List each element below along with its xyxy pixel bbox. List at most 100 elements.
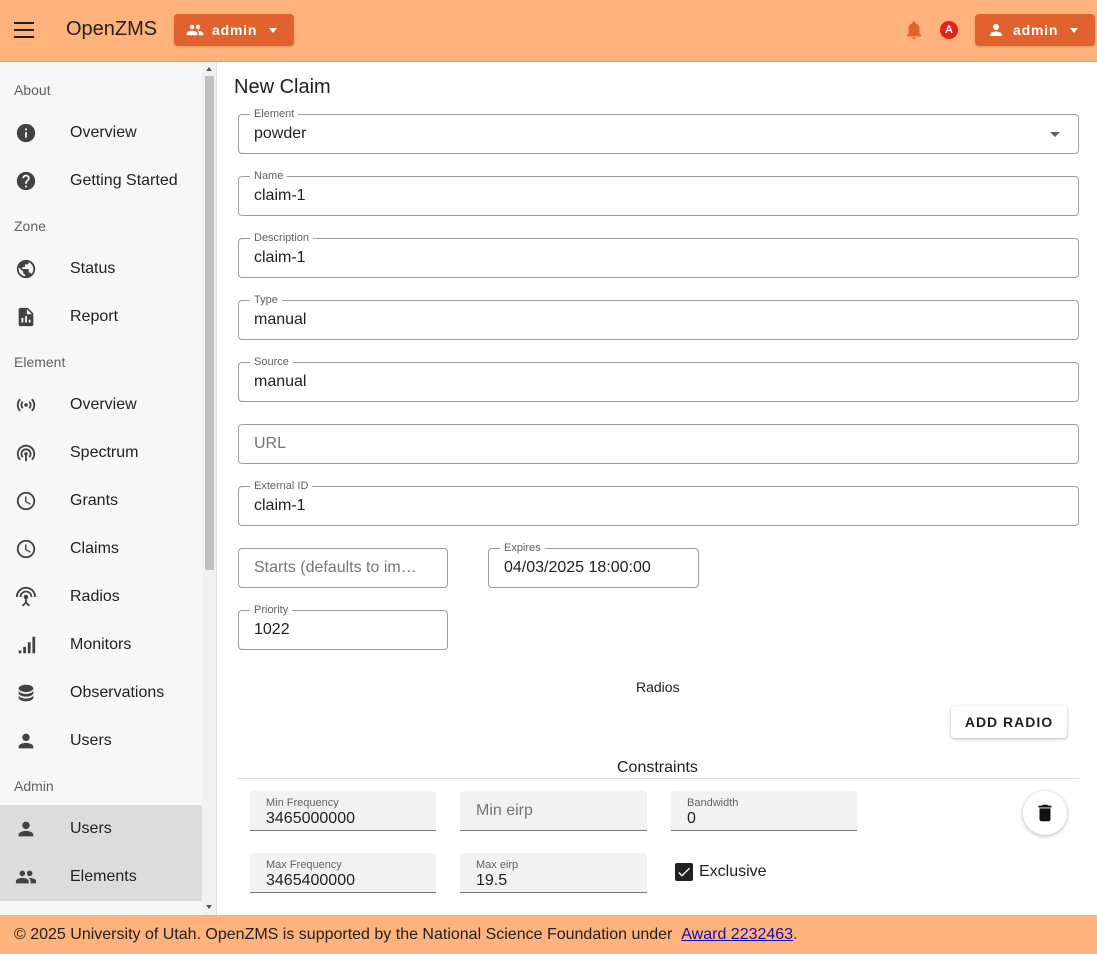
- zone-selector-label: admin: [212, 22, 258, 38]
- external-id-label: External ID: [250, 479, 313, 493]
- bell-icon[interactable]: [903, 19, 925, 41]
- antenna-icon: [16, 398, 36, 412]
- type-field[interactable]: Type manual: [238, 293, 1079, 340]
- name-field[interactable]: Name claim-1: [238, 169, 1079, 216]
- min-frequency-field[interactable]: Min Frequency 3465000000: [250, 791, 436, 831]
- min-eirp-placeholder: Min eirp: [476, 802, 533, 819]
- sidebar-section-about: About: [14, 82, 51, 98]
- user-menu-button[interactable]: admin: [975, 14, 1095, 46]
- delete-constraint-button[interactable]: [1023, 791, 1067, 835]
- scrollbar-thumb[interactable]: [205, 76, 214, 570]
- exclusive-label: Exclusive: [699, 863, 767, 880]
- max-frequency-field[interactable]: Max Frequency 3465400000: [250, 853, 436, 893]
- sidebar-item-admin-elements[interactable]: Elements: [0, 853, 202, 901]
- chevron-down-icon: [1050, 132, 1060, 137]
- element-label: Element: [250, 107, 299, 121]
- trash-icon: [1038, 804, 1052, 822]
- add-radio-button[interactable]: ADD RADIO: [951, 706, 1067, 738]
- radio-tower-icon: [15, 586, 37, 607]
- bandwidth-value: 0: [687, 810, 696, 827]
- sidebar-item-label: Radios: [70, 588, 120, 605]
- sidebar-item-claims[interactable]: Claims: [0, 525, 202, 573]
- max-eirp-field[interactable]: Max eirp 19.5: [460, 853, 647, 893]
- signal-bars-icon: [18, 636, 36, 654]
- sidebar-item-spectrum[interactable]: Spectrum: [0, 429, 202, 477]
- starts-field[interactable]: Starts (defaults to im…: [238, 548, 448, 588]
- element-select[interactable]: Element powder: [238, 107, 1079, 154]
- description-field[interactable]: Description claim-1: [238, 231, 1079, 278]
- check-icon: [678, 867, 690, 877]
- sidebar-item-admin-users[interactable]: Users: [0, 805, 202, 853]
- description-value: claim-1: [254, 249, 306, 266]
- database-icon: [18, 684, 34, 702]
- sidebar-item-getting-started[interactable]: Getting Started: [0, 157, 202, 205]
- name-value: claim-1: [254, 187, 306, 204]
- min-frequency-value: 3465000000: [266, 810, 355, 827]
- clock-icon: [16, 491, 36, 511]
- sidebar-section-element: Element: [14, 354, 66, 370]
- app-title: OpenZMS: [66, 18, 158, 40]
- sidebar-item-users[interactable]: Users: [0, 717, 202, 765]
- max-frequency-value: 3465400000: [266, 872, 355, 889]
- scroll-down-icon[interactable]: [206, 905, 212, 909]
- sidebar-item-grants[interactable]: Grants: [0, 477, 202, 525]
- min-eirp-field[interactable]: Min eirp: [460, 791, 647, 831]
- sidebar-scrollbar[interactable]: [202, 62, 216, 915]
- award-link[interactable]: Award 2232463: [681, 926, 793, 943]
- sidebar-item-report[interactable]: Report: [0, 293, 202, 341]
- source-value: manual: [254, 373, 307, 390]
- user-menu-label: admin: [1013, 22, 1059, 38]
- priority-field[interactable]: Priority 1022: [238, 603, 448, 650]
- top-app-bar: OpenZMS admin A admin: [0, 0, 1097, 62]
- sidebar-item-label: Overview: [70, 396, 137, 413]
- max-eirp-label: Max eirp: [476, 859, 519, 871]
- menu-icon[interactable]: [14, 22, 34, 38]
- alert-badge[interactable]: A: [940, 21, 958, 39]
- clock-icon: [16, 539, 36, 559]
- report-icon: [18, 307, 34, 327]
- name-label: Name: [250, 169, 288, 183]
- sidebar-section-zone: Zone: [14, 218, 46, 234]
- max-eirp-value: 19.5: [476, 872, 508, 889]
- zone-selector-button[interactable]: admin: [174, 14, 294, 46]
- sidebar-item-label: Getting Started: [70, 172, 178, 189]
- sidebar-item-label: Users: [70, 820, 112, 837]
- url-field[interactable]: URL: [238, 424, 1079, 464]
- sidebar-item-observations[interactable]: Observations: [0, 669, 202, 717]
- sidebar-item-monitors[interactable]: Monitors: [0, 621, 202, 669]
- sidebar-item-label: Elements: [70, 868, 137, 885]
- priority-label: Priority: [250, 603, 293, 617]
- main-content: New Claim Element powder Name claim-1 De…: [218, 62, 1097, 915]
- group-icon: [186, 24, 204, 36]
- scroll-up-icon[interactable]: [206, 67, 212, 71]
- source-field[interactable]: Source manual: [238, 355, 1079, 402]
- expires-field[interactable]: Expires 04/03/2025 18:00:00: [488, 541, 699, 588]
- type-value: manual: [254, 311, 307, 328]
- sidebar-item-label: Grants: [70, 492, 119, 509]
- sidebar-item-label: Overview: [70, 124, 137, 141]
- sidebar-item-radios[interactable]: Radios: [0, 573, 202, 621]
- sidebar-item-label: Spectrum: [70, 444, 139, 461]
- bandwidth-field[interactable]: Bandwidth 0: [671, 791, 857, 831]
- external-id-value: claim-1: [254, 497, 306, 514]
- sidebar-item-status[interactable]: Status: [0, 245, 202, 293]
- footer: © 2025 University of Utah. OpenZMS is su…: [0, 915, 1097, 954]
- info-icon: [16, 123, 36, 143]
- sidebar-item-overview[interactable]: Overview: [0, 109, 202, 157]
- type-label: Type: [250, 293, 282, 307]
- priority-value: 1022: [254, 621, 290, 638]
- chevron-down-icon: [269, 27, 278, 33]
- sidebar-item-element-overview[interactable]: Overview: [0, 381, 202, 429]
- source-label: Source: [250, 355, 293, 369]
- external-id-field[interactable]: External ID claim-1: [238, 479, 1079, 526]
- sidebar-item-label: Observations: [70, 684, 165, 701]
- checkbox-checked[interactable]: [675, 863, 693, 881]
- exclusive-checkbox[interactable]: Exclusive: [675, 863, 767, 881]
- spectrum-icon: [16, 444, 36, 462]
- footer-copyright: © 2025 University of Utah. OpenZMS is su…: [14, 925, 677, 943]
- radios-section-label: Radios: [636, 679, 680, 695]
- globe-icon: [16, 259, 36, 279]
- description-label: Description: [250, 231, 314, 245]
- max-frequency-label: Max Frequency: [266, 859, 342, 871]
- chevron-down-icon: [1070, 27, 1079, 33]
